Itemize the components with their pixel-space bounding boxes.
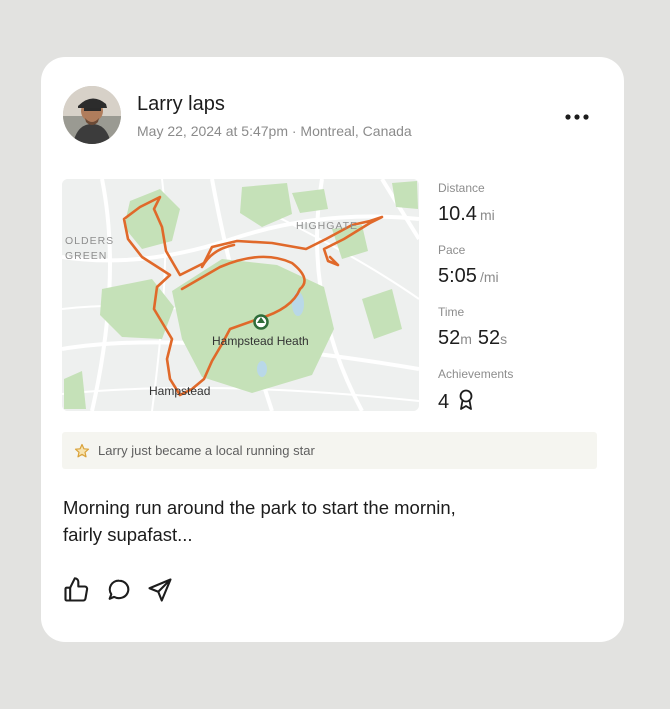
map-label-hampstead-heath: Hampstead Heath xyxy=(212,334,309,348)
pace-label: Pace xyxy=(438,243,466,257)
caption-line-1: Morning run around the park to start the… xyxy=(63,497,456,518)
map-label-highgate: HIGHGATE xyxy=(296,220,359,232)
map-label-olders: OLDERS xyxy=(65,235,115,247)
thumbs-up-icon xyxy=(64,577,89,602)
achievements-value[interactable]: 4 xyxy=(438,389,475,414)
star-icon xyxy=(74,443,90,458)
banner-text: Larry just became a local running star xyxy=(98,443,315,458)
like-button[interactable] xyxy=(62,576,90,604)
post-meta: May 22, 2024 at 5:47pm · Montreal, Canad… xyxy=(137,123,412,139)
post-caption: Morning run around the park to start the… xyxy=(63,494,563,548)
time-value: 52m 52s xyxy=(438,327,513,350)
time-seconds-unit: s xyxy=(500,331,508,347)
more-dots-icon xyxy=(565,114,589,120)
pace-unit: /mi xyxy=(479,269,499,285)
distance-value: 10.4 mi xyxy=(438,203,495,226)
map-label-hampstead: Hampstead xyxy=(149,384,211,398)
achievement-banner[interactable]: Larry just became a local running star xyxy=(62,432,597,469)
send-icon xyxy=(148,578,172,602)
caption-line-2: fairly supafast... xyxy=(63,524,193,545)
activity-post-card: Larry laps May 22, 2024 at 5:47pm · Mont… xyxy=(41,57,624,642)
time-minutes-unit: m xyxy=(460,331,472,347)
route-map[interactable]: OLDERS GREEN HIGHGATE Hampstead Heath Ha… xyxy=(62,179,419,411)
comment-bubble-icon xyxy=(108,579,130,600)
pace-value: 5:05/mi xyxy=(438,265,499,288)
avatar[interactable] xyxy=(63,86,121,144)
pace-number: 5:05 xyxy=(438,265,477,287)
more-options-button[interactable] xyxy=(559,106,595,128)
distance-label: Distance xyxy=(438,181,485,195)
award-ribbon-icon xyxy=(459,389,473,410)
distance-unit: mi xyxy=(479,207,495,223)
time-minutes: 52 xyxy=(438,327,461,349)
avatar-image xyxy=(63,86,121,144)
share-button[interactable] xyxy=(146,576,174,604)
comment-button[interactable] xyxy=(105,576,133,604)
time-label: Time xyxy=(438,305,465,319)
achievements-count: 4 xyxy=(438,391,450,413)
author-name[interactable]: Larry laps xyxy=(137,93,225,116)
map-graphic xyxy=(62,179,419,411)
map-label-green: GREEN xyxy=(65,250,108,262)
distance-number: 10.4 xyxy=(438,203,477,225)
time-seconds: 52 xyxy=(477,327,501,349)
achievements-label: Achievements xyxy=(438,367,514,381)
